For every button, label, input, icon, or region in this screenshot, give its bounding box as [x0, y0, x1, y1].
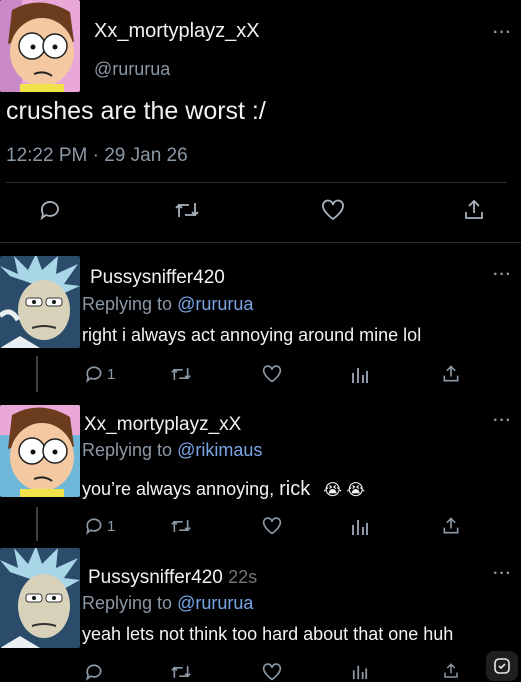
like-icon[interactable]	[261, 662, 283, 682]
main-tweet-text: crushes are the worst :/	[6, 97, 266, 125]
analytics-icon[interactable]	[351, 366, 369, 384]
reply-replying-to: Replying to @rururua	[82, 294, 253, 315]
reply-icon[interactable]	[84, 662, 104, 682]
reply-display-name: Pussysniffer420 22s	[88, 567, 257, 589]
reply-text: right i always act annoying around mine …	[82, 325, 422, 345]
morty-avatar-icon	[0, 405, 80, 497]
retweet-icon[interactable]	[170, 662, 192, 682]
thread-line	[36, 507, 38, 541]
reply-more-icon[interactable]: ···	[493, 266, 512, 284]
share-icon[interactable]	[462, 198, 486, 222]
analytics-icon[interactable]	[351, 664, 369, 680]
reply-avatar[interactable]	[0, 256, 80, 348]
reply-more-icon[interactable]: ···	[493, 565, 512, 583]
main-tweet-timestamp[interactable]: 12:22 PM · 29 Jan 26	[6, 145, 188, 167]
crying-emoji-icon: 😭 😭	[323, 482, 366, 499]
reply-icon[interactable]: 1	[84, 516, 115, 536]
like-icon[interactable]	[261, 516, 283, 536]
like-icon[interactable]	[261, 364, 283, 384]
share-icon[interactable]	[441, 662, 461, 680]
share-icon[interactable]	[441, 516, 461, 536]
main-tweet-avatar[interactable]	[0, 0, 80, 92]
reply-icon[interactable]	[38, 198, 62, 222]
replying-to-label: Replying to	[82, 593, 173, 613]
share-icon[interactable]	[441, 364, 461, 384]
reply-display-name-text[interactable]: Pussysniffer420	[88, 567, 223, 588]
reply-replying-to: Replying to @rururua	[82, 593, 253, 614]
reply-text-main: you’re always annoying,	[82, 479, 275, 499]
main-tweet-divider-top	[6, 182, 507, 183]
replying-to-label: Replying to	[82, 440, 173, 460]
reply-text: yeah lets not think too hard about that …	[82, 624, 454, 644]
rick-avatar-icon	[0, 256, 80, 348]
reply-time[interactable]: 22s	[228, 567, 257, 587]
reply-avatar[interactable]	[0, 548, 80, 648]
retweet-icon[interactable]	[170, 516, 192, 536]
like-icon[interactable]	[320, 198, 346, 222]
retweet-icon[interactable]	[174, 198, 200, 222]
reply-count: 1	[107, 517, 116, 535]
replying-to-handle[interactable]: @rururua	[177, 294, 253, 314]
replying-to-handle[interactable]: @rururua	[177, 593, 253, 613]
morty-avatar-icon	[0, 0, 80, 92]
reply-text: you’re always annoying, rick 😭 😭	[82, 478, 365, 501]
replying-to-label: Replying to	[82, 294, 173, 314]
reply-replying-to: Replying to @rikimaus	[82, 440, 262, 461]
reply-count: 1	[107, 365, 116, 383]
rick-avatar-icon	[0, 548, 80, 648]
retweet-icon[interactable]	[170, 364, 192, 384]
sparkle-icon	[494, 658, 510, 674]
replying-to-handle[interactable]: @rikimaus	[177, 440, 262, 460]
reply-avatar[interactable]	[0, 405, 80, 497]
main-tweet-more-icon[interactable]: ···	[493, 24, 512, 42]
reply-display-name[interactable]: Xx_mortyplayz_xX	[84, 414, 241, 436]
main-tweet-handle[interactable]: @rururua	[94, 59, 170, 80]
floating-action-button[interactable]	[486, 651, 518, 681]
thread-line	[36, 356, 38, 392]
reply-display-name[interactable]: Pussysniffer420	[90, 267, 225, 289]
reply-text-tail: rick	[279, 478, 311, 500]
main-tweet-display-name[interactable]: Xx_mortyplayz_xX	[94, 20, 260, 43]
reply-more-icon[interactable]: ···	[493, 412, 512, 430]
analytics-icon[interactable]	[351, 518, 369, 536]
main-tweet-divider-bottom	[0, 242, 521, 243]
reply-icon[interactable]: 1	[84, 364, 115, 384]
